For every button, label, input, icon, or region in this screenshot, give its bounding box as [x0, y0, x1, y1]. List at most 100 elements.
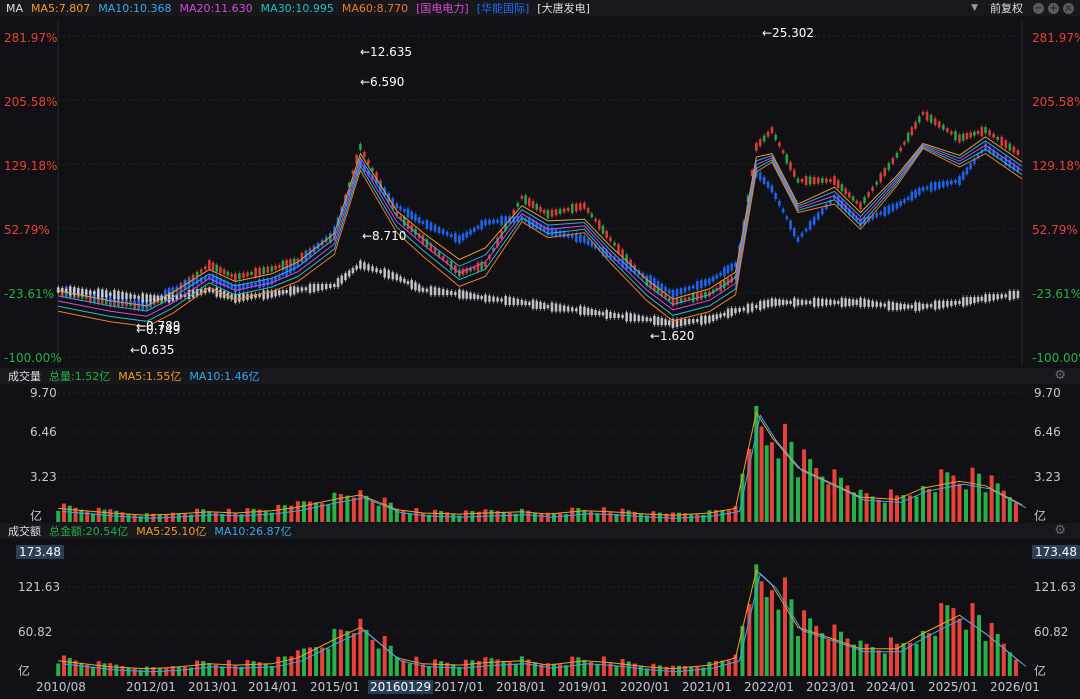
price-extreme-label: ←6.590	[360, 75, 404, 89]
volume-bar	[939, 469, 944, 522]
amount-bar	[1007, 652, 1012, 676]
amount-bar	[939, 603, 944, 676]
volume-bar	[233, 513, 238, 522]
volume-bar	[933, 492, 938, 522]
amount-tick-right: 亿	[1034, 664, 1047, 678]
amount-bar	[351, 633, 356, 676]
amount-bar	[558, 664, 563, 676]
volume-bar	[927, 489, 932, 522]
time-tick: 2026/01	[990, 680, 1040, 694]
amount-bar	[314, 647, 319, 676]
amount-max-tag-left: 173.48	[16, 545, 64, 559]
amount-tick-left: 亿	[18, 664, 31, 678]
amount-bar	[795, 635, 800, 676]
volume-bar	[995, 483, 1000, 522]
price-tick-right: 205.58%	[1032, 95, 1080, 109]
volume-bar	[851, 492, 856, 522]
amount-bar	[963, 629, 968, 676]
volume-bar	[61, 503, 66, 522]
price-tick-right: 52.79%	[1032, 223, 1078, 237]
volume-bar	[132, 514, 137, 522]
amount-bar	[388, 645, 393, 676]
amount-bar	[301, 648, 306, 676]
amount-bar	[489, 658, 494, 676]
amount-bar	[407, 663, 412, 676]
amount-bar	[414, 656, 419, 676]
time-tick: 2025/01	[928, 680, 978, 694]
price-tick-left: 129.18%	[4, 159, 58, 173]
amount-bar	[808, 618, 813, 676]
volume-bar	[977, 473, 982, 522]
volume-bar	[182, 513, 187, 522]
time-tick: 2013/01	[188, 680, 238, 694]
amount-bar	[401, 660, 406, 676]
price-tick-left: 281.97%	[4, 31, 58, 45]
amount-bar	[689, 666, 694, 676]
price-tick-left: 205.58%	[4, 95, 58, 109]
volume-bar	[351, 497, 356, 522]
amount-tick-right: 121.63	[1034, 580, 1076, 594]
volume-bar	[945, 472, 950, 522]
amount-bar	[901, 643, 906, 676]
amount-bar	[620, 659, 625, 676]
volume-bar	[983, 492, 988, 522]
volume-bar	[326, 504, 331, 522]
volume-bar	[769, 442, 774, 522]
volume-bar	[776, 458, 781, 522]
amount-bar	[426, 666, 431, 676]
price-chart[interactable]: ←12.635←6.590←8.710←0.789←0.749←0.635←1.…	[0, 0, 1080, 699]
volume-bar	[301, 501, 306, 522]
volume-bar	[608, 512, 613, 522]
volume-bar	[838, 477, 843, 522]
volume-bar	[295, 501, 300, 522]
price-extreme-label: ←8.710	[362, 229, 406, 243]
amount-bar	[176, 666, 181, 676]
volume-bar	[888, 489, 893, 522]
volume-bar	[764, 445, 769, 522]
amount-bar	[269, 665, 274, 676]
time-tick: 2015/01	[310, 680, 360, 694]
volume-tick-right: 6.46	[1034, 425, 1061, 439]
amount-max-tag-right: 173.48	[1032, 545, 1080, 559]
amount-bar	[776, 609, 781, 676]
volume-bar	[138, 516, 143, 522]
time-tick: 2022/01	[744, 680, 794, 694]
price-tick-left: -23.61%	[4, 287, 55, 301]
amount-bar	[832, 624, 837, 676]
volume-bar	[720, 510, 725, 522]
amount-bar	[433, 659, 438, 676]
volume-bar	[126, 513, 131, 522]
amount-bar	[513, 663, 518, 676]
moving-average-line	[58, 144, 1023, 317]
amount-bar	[207, 663, 212, 676]
volume-tick-left: 亿	[30, 509, 43, 523]
volume-bar	[407, 513, 412, 522]
volume-bar	[782, 423, 787, 522]
amount-bar	[61, 655, 66, 676]
volume-bar	[207, 511, 212, 522]
amount-bar	[802, 610, 807, 676]
volume-tick-right: 亿	[1034, 509, 1047, 523]
amount-bar-ma10	[62, 572, 1027, 673]
volume-bar	[914, 496, 919, 522]
price-extreme-label: ←12.635	[360, 45, 412, 59]
amount-bar	[754, 564, 759, 676]
volume-bar	[382, 497, 387, 522]
amount-bar	[67, 658, 72, 676]
time-tick: 2023/01	[806, 680, 856, 694]
amount-bar	[838, 631, 843, 676]
amount-bar	[888, 637, 893, 676]
amount-bar	[470, 660, 475, 676]
volume-bar	[67, 505, 72, 522]
volume-bar	[451, 513, 456, 522]
amount-bar	[914, 644, 919, 676]
time-tick: 2010/08	[36, 680, 86, 694]
volume-bar	[420, 513, 425, 522]
time-tick: 2014/01	[248, 680, 298, 694]
volume-bar-ma10	[62, 414, 1027, 519]
amount-bar	[614, 665, 619, 676]
amount-tick-right: 60.82	[1034, 625, 1069, 639]
volume-bar	[820, 476, 825, 522]
volume-bar	[582, 510, 587, 522]
volume-bar	[102, 509, 107, 522]
